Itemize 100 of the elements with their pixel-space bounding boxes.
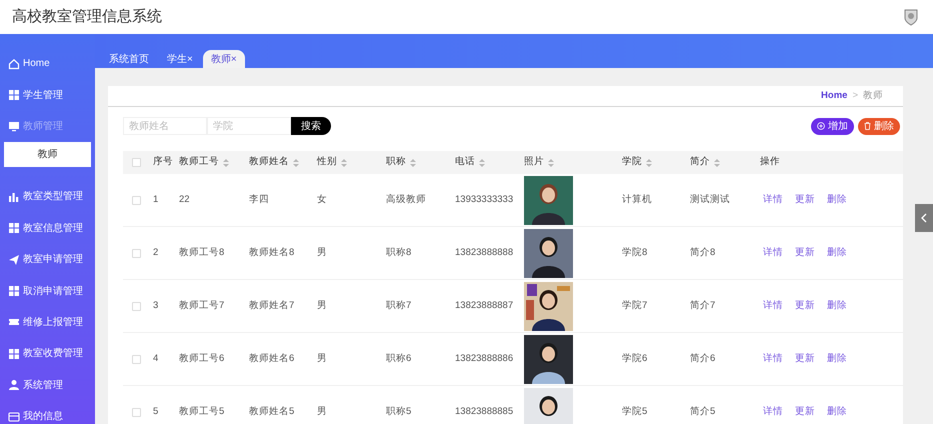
sort-icon[interactable] (341, 158, 347, 166)
column-header: 职称 (386, 155, 406, 170)
sort-icon[interactable] (479, 158, 485, 166)
column-header: 简介 (690, 155, 710, 170)
checkbox[interactable] (132, 196, 141, 204)
user-icon (8, 379, 20, 392)
table-cell: 教师工号5 (179, 406, 224, 417)
sidebar-item[interactable]: 教室信息管理 (0, 212, 95, 244)
table-cell: 4 (153, 352, 158, 364)
table-cell: 男 (317, 406, 327, 417)
table-cell: 5 (153, 406, 158, 417)
action-link[interactable]: 删除 (827, 404, 847, 420)
table-cell: 简介8 (690, 246, 716, 258)
table-cell: 计算机 (622, 194, 652, 205)
table-cell: 2 (153, 246, 158, 258)
grid-icon (8, 222, 20, 234)
action-link[interactable]: 更新 (795, 298, 815, 314)
table-cell: 教师姓名5 (249, 406, 294, 417)
column-header: 序号 (153, 155, 173, 170)
tab[interactable]: 学生× (159, 50, 201, 68)
table-cell: 学院6 (622, 352, 648, 364)
table-cell: 职称6 (386, 352, 412, 364)
sidebar-item[interactable]: 学生管理 (0, 79, 95, 111)
collapse-handle[interactable] (915, 204, 933, 232)
action-link[interactable]: 删除 (827, 192, 847, 208)
add-button[interactable]: 增加 (811, 118, 854, 134)
breadcrumb-current: 教师 (863, 88, 883, 103)
send-icon (8, 254, 20, 266)
sort-icon[interactable] (410, 158, 416, 166)
action-link[interactable]: 删除 (827, 298, 847, 314)
action-link[interactable]: 更新 (795, 352, 815, 366)
breadcrumb-separator: > (852, 88, 858, 103)
checkbox[interactable] (132, 302, 141, 310)
action-link[interactable]: 更新 (795, 404, 815, 420)
table-cell: 教师工号8 (179, 246, 224, 258)
action-link[interactable]: 详情 (763, 298, 783, 314)
sort-icon[interactable] (646, 158, 652, 166)
search-field[interactable]: 教师姓名 (123, 117, 207, 135)
table-cell: 男 (317, 352, 327, 364)
table-cell: 学院5 (622, 406, 648, 417)
sidebar-item[interactable]: 我的信息 (0, 400, 95, 424)
sort-icon[interactable] (293, 158, 299, 166)
checkbox[interactable] (132, 248, 141, 258)
tab[interactable]: 教师× (202, 50, 245, 68)
table-cell: 男 (317, 300, 327, 311)
grid-icon (8, 89, 20, 102)
table-cell: 教师工号6 (179, 352, 224, 364)
sort-icon[interactable] (714, 158, 720, 166)
action-link[interactable]: 详情 (763, 246, 783, 260)
table-cell: 学院7 (622, 300, 648, 311)
table-cell: 简介7 (690, 300, 716, 311)
checkbox[interactable] (132, 408, 141, 416)
table-cell: 学院8 (622, 246, 648, 258)
table-cell: 13823888887 (455, 300, 514, 311)
column-header: 操作 (760, 155, 780, 170)
sidebar-item[interactable]: 维修上报管理 (0, 306, 95, 338)
table-cell: 职称5 (386, 406, 412, 417)
search-field[interactable]: 学院 (207, 117, 291, 135)
tab[interactable]: 系统首页 (101, 50, 157, 68)
table-cell: 测试测试 (690, 194, 730, 205)
sort-icon[interactable] (223, 158, 229, 166)
sidebar-item[interactable]: Home (0, 48, 95, 80)
table-cell: 13823888888 (455, 246, 514, 258)
logo-icon (903, 8, 919, 26)
delete-button[interactable]: 删除 (858, 118, 900, 134)
search-button[interactable]: 搜索 (291, 117, 331, 135)
action-link[interactable]: 更新 (795, 192, 815, 208)
card-icon (8, 410, 20, 423)
action-link[interactable]: 详情 (763, 352, 783, 366)
monitor-icon (8, 120, 20, 132)
app-title: 高校教室管理信息系统 (12, 6, 162, 27)
bar-chart-icon (8, 190, 20, 203)
column-header: 照片 (524, 155, 544, 170)
column-header: 教师姓名 (249, 155, 289, 170)
breadcrumb-link[interactable]: Home (821, 88, 848, 104)
sidebar-item[interactable]: 教室类型管理 (0, 181, 95, 213)
home-icon (8, 58, 20, 70)
table-cell: 3 (153, 300, 158, 311)
sidebar-item[interactable]: 教室收费管理 (0, 338, 95, 370)
table-cell: 职称8 (386, 246, 412, 258)
sort-icon[interactable] (548, 158, 554, 166)
table-cell: 教师工号7 (179, 300, 224, 311)
table-cell: 李四 (249, 194, 269, 205)
table-cell: 22 (179, 194, 190, 205)
table-cell: 教师姓名7 (249, 300, 294, 311)
action-link[interactable]: 更新 (795, 246, 815, 260)
sidebar-item[interactable]: 教室申请管理 (0, 244, 95, 276)
table-cell: 简介5 (690, 406, 716, 417)
checkbox[interactable] (132, 354, 141, 364)
sidebar-item[interactable]: 取消申请管理 (0, 275, 95, 307)
table-cell: 13823888886 (455, 352, 514, 364)
checkbox[interactable] (132, 158, 141, 167)
sidebar-item[interactable]: 系统管理 (0, 370, 95, 401)
action-link[interactable]: 详情 (763, 404, 783, 420)
submenu-item[interactable]: 教师 (4, 142, 91, 168)
action-link[interactable]: 详情 (763, 192, 783, 208)
action-link[interactable]: 删除 (827, 246, 847, 260)
action-link[interactable]: 删除 (827, 352, 847, 366)
grid-icon (8, 285, 20, 298)
table-cell: 1 (153, 194, 158, 205)
